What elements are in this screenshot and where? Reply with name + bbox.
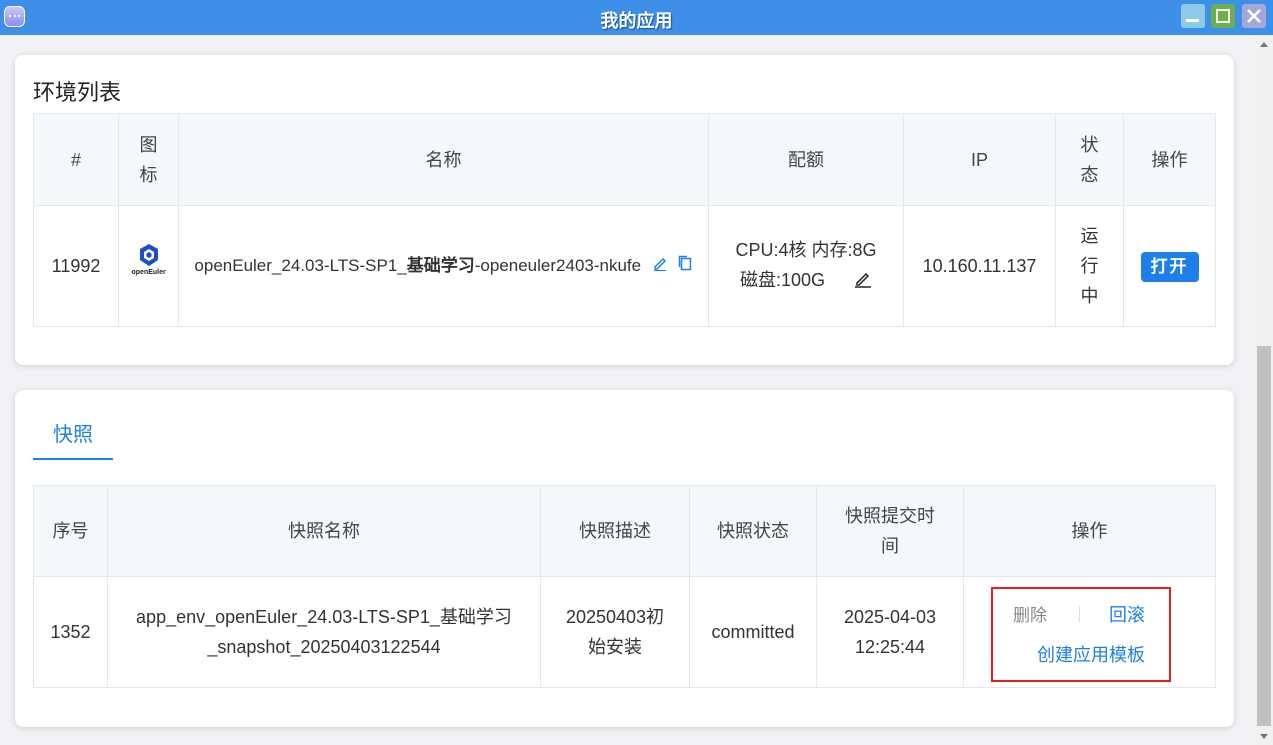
environment-card: 环境列表 # 图标 名称 配额 IP 状态 操作 11992 openEuler… <box>15 55 1234 365</box>
highlight-box: 删除 回滚 创建应用模板 <box>991 587 1171 682</box>
header-action: 操作 <box>1123 113 1216 206</box>
snapshot-name: app_env_openEuler_24.03-LTS-SP1_基础学习 _sn… <box>107 576 541 688</box>
snapshot-desc: 20250403初始安装 <box>540 576 690 688</box>
open-button[interactable]: 打开 <box>1140 251 1199 282</box>
openeuler-logo: openEuler <box>132 242 166 282</box>
table-header-row: # 图标 名称 配额 IP 状态 操作 <box>33 113 1216 206</box>
snapshot-status: committed <box>689 576 817 688</box>
environment-table: # 图标 名称 配额 IP 状态 操作 11992 openEuler open… <box>33 113 1216 327</box>
minimize-button[interactable] <box>1181 4 1205 28</box>
table-row: 11992 openEuler openEuler_24.03-LTS-SP1_… <box>33 205 1216 327</box>
header-icon: 图标 <box>118 113 179 206</box>
edit-quota-icon[interactable] <box>854 267 872 297</box>
header-snapshot-action: 操作 <box>963 485 1216 577</box>
rollback-button[interactable]: 回滚 <box>1109 601 1145 627</box>
tab-snapshot[interactable]: 快照 <box>33 420 113 460</box>
header-snapshot-status: 快照状态 <box>689 485 817 577</box>
section-title-env: 环境列表 <box>33 80 122 105</box>
table-header-row: 序号 快照名称 快照描述 快照状态 快照提交时间 操作 <box>33 485 1216 577</box>
header-snapshot-name: 快照名称 <box>107 485 541 577</box>
scroll-down-arrow[interactable] <box>1260 734 1268 739</box>
create-template-button[interactable]: 创建应用模板 <box>1037 641 1145 667</box>
env-ip: 10.160.11.137 <box>903 205 1056 327</box>
header-status: 状态 <box>1055 113 1124 206</box>
header-num: # <box>33 113 119 206</box>
scrollbar-thumb[interactable] <box>1257 346 1271 726</box>
copy-icon[interactable] <box>677 251 693 281</box>
scroll-up-arrow[interactable] <box>1260 42 1268 47</box>
env-quota: CPU:4核 内存:8G 磁盘:100G <box>708 205 904 327</box>
header-name: 名称 <box>178 113 709 206</box>
env-icon-cell: openEuler <box>118 205 179 327</box>
edit-icon[interactable] <box>652 251 668 281</box>
snapshot-seq: 1352 <box>33 576 108 688</box>
header-snapshot-time: 快照提交时间 <box>816 485 964 577</box>
env-name: openEuler_24.03-LTS-SP1_基础学习-openeuler24… <box>178 205 709 327</box>
snapshot-time: 2025-04-03 12:25:44 <box>816 576 964 688</box>
header-seq: 序号 <box>33 485 108 577</box>
action-divider <box>1079 606 1080 622</box>
close-icon <box>1247 9 1261 23</box>
title-bar: 我的应用 <box>0 0 1273 35</box>
close-button[interactable] <box>1242 4 1266 28</box>
maximize-button[interactable] <box>1211 4 1235 28</box>
env-id: 11992 <box>33 205 119 327</box>
window-title: 我的应用 <box>600 11 673 31</box>
delete-button[interactable]: 删除 <box>1013 601 1047 626</box>
header-ip: IP <box>903 113 1056 206</box>
header-quota: 配额 <box>708 113 904 206</box>
env-status: 运行中 <box>1055 205 1124 327</box>
header-snapshot-desc: 快照描述 <box>540 485 690 577</box>
env-action-cell: 打开 <box>1123 205 1216 327</box>
snapshot-card: 快照 序号 快照名称 快照描述 快照状态 快照提交时间 操作 1352 app_… <box>15 390 1234 727</box>
